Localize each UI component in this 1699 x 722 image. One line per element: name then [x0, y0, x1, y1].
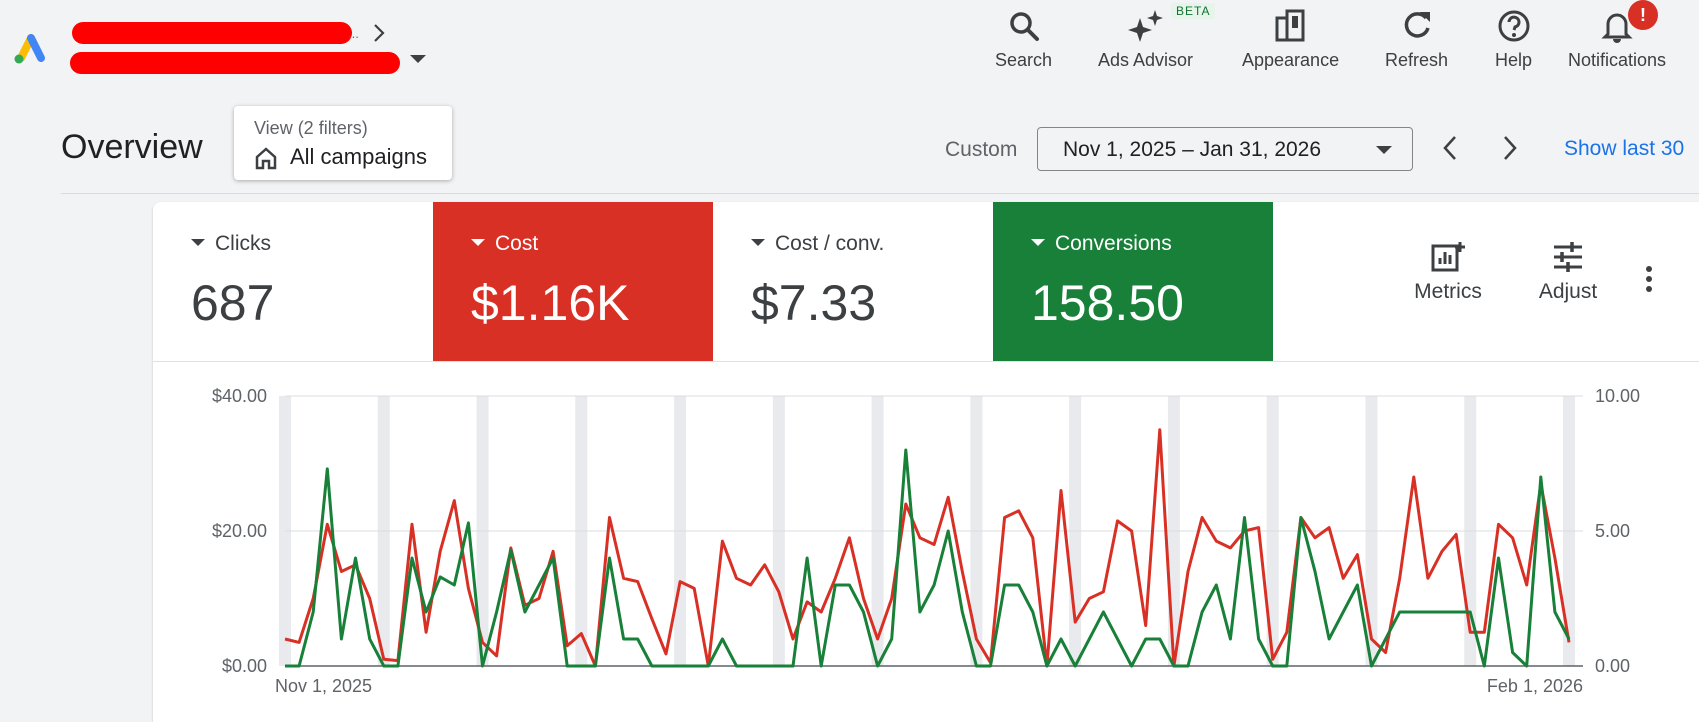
appearance-button[interactable]: Appearance	[1242, 8, 1339, 71]
metric-tile-cost[interactable]: Cost $1.16K	[433, 202, 713, 361]
more-vert-icon[interactable]	[1644, 264, 1654, 294]
metric-value: 687	[191, 275, 275, 331]
metrics-label: Metrics	[1414, 280, 1482, 303]
sparkle-icon	[1127, 10, 1163, 42]
performance-card: Clicks 687 Cost $1.16K Cost / conv. $7.3…	[153, 202, 1699, 722]
x-axis-end-label: Feb 1, 2026	[1487, 676, 1583, 696]
notifications-label: Notifications	[1568, 50, 1667, 70]
chevron-right-icon[interactable]	[1498, 133, 1522, 163]
help-icon	[1498, 10, 1530, 42]
search-label: Search	[995, 50, 1053, 70]
appearance-icon	[1275, 9, 1305, 42]
search-icon	[1009, 12, 1039, 41]
refresh-icon	[1404, 12, 1430, 38]
help-button[interactable]: Help	[1495, 8, 1532, 71]
metric-value: $7.33	[751, 275, 877, 331]
metric-value: 158.50	[1031, 275, 1184, 331]
metrics-button[interactable]: Metrics	[1403, 240, 1493, 304]
account-ellipsis: ...	[348, 26, 359, 41]
chevron-right-icon[interactable]	[372, 22, 386, 44]
account-dropdown-icon[interactable]	[410, 55, 426, 63]
home-icon	[255, 147, 277, 170]
tune-icon	[1554, 242, 1582, 272]
x-axis-start-label: Nov 1, 2025	[275, 676, 372, 696]
chevron-left-icon[interactable]	[1438, 133, 1462, 163]
metrics-chart-icon	[1431, 242, 1465, 272]
page-title: Overview	[61, 128, 203, 166]
metric-name[interactable]: Conversions	[1031, 232, 1172, 256]
date-mode-label: Custom	[945, 138, 1018, 161]
view-filter-button[interactable]: View (2 filters) All campaigns	[234, 106, 452, 180]
account-name-redacted	[72, 22, 352, 44]
divider	[61, 193, 1699, 194]
metric-tile-clicks[interactable]: Clicks 687	[153, 202, 433, 361]
caret-down-icon	[1376, 146, 1392, 154]
metric-value: $1.16K	[471, 275, 630, 331]
left-axis-tick-label: $20.00	[212, 521, 267, 541]
metric-name[interactable]: Cost	[471, 232, 538, 256]
metric-name[interactable]: Clicks	[191, 232, 271, 256]
right-axis-tick-label: 0.00	[1595, 656, 1630, 676]
show-last-30-link[interactable]: Show last 30	[1564, 137, 1684, 161]
date-range-picker[interactable]: Nov 1, 2025 – Jan 31, 2026	[1037, 127, 1413, 171]
refresh-button[interactable]: Refresh	[1385, 8, 1448, 71]
notification-alert-badge: !	[1628, 0, 1658, 30]
ads-advisor-label: Ads Advisor	[1098, 50, 1194, 70]
view-filter-value: All campaigns	[290, 144, 427, 169]
adjust-button[interactable]: Adjust	[1523, 240, 1613, 304]
left-axis-tick-label: $0.00	[222, 656, 267, 676]
view-filter-subtitle: View (2 filters)	[254, 118, 368, 138]
adjust-label: Adjust	[1538, 280, 1598, 303]
metric-tile-conversions[interactable]: Conversions 158.50	[993, 202, 1273, 361]
left-axis-tick-label: $40.00	[212, 386, 267, 406]
account-id-redacted	[70, 52, 400, 74]
refresh-label: Refresh	[1385, 50, 1449, 70]
metric-tile-cost-per-conv[interactable]: Cost / conv. $7.33	[713, 202, 993, 361]
date-range-value: Nov 1, 2025 – Jan 31, 2026	[1063, 138, 1322, 161]
appearance-label: Appearance	[1242, 50, 1340, 70]
performance-chart: $0.00 $20.00 $40.00 0.00 5.00 10.00 Nov 1, 202…	[212, 386, 1640, 696]
metric-name[interactable]: Cost / conv.	[751, 232, 884, 256]
search-button[interactable]: Search	[995, 8, 1052, 71]
help-label: Help	[1495, 50, 1533, 70]
right-axis-tick-label: 10.00	[1595, 386, 1640, 406]
google-ads-logo-icon[interactable]	[12, 30, 50, 66]
beta-badge: BETA	[1171, 3, 1216, 19]
right-axis-tick-label: 5.00	[1595, 521, 1630, 541]
